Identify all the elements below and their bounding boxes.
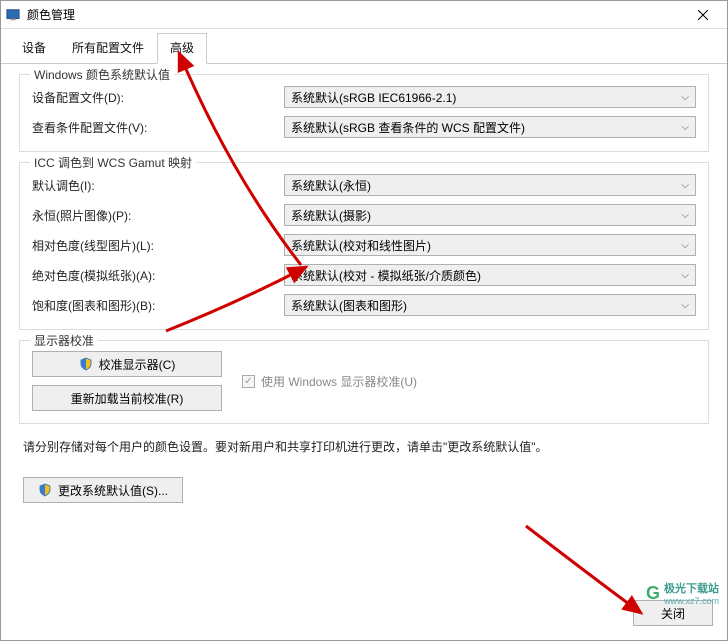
group-title: ICC 调色到 WCS Gamut 映射 — [30, 154, 196, 171]
watermark: G 极光下载站 www.xz7.com — [646, 580, 719, 606]
shield-icon — [79, 357, 93, 371]
tab-profiles[interactable]: 所有配置文件 — [59, 33, 157, 63]
relative-colorimetric-select[interactable]: 系统默认(校对和线性图片) ⌵ — [284, 234, 696, 256]
tab-advanced[interactable]: 高级 — [157, 33, 207, 64]
chevron-down-icon: ⌵ — [681, 270, 689, 281]
device-profile-label: 设备配置文件(D): — [32, 89, 284, 106]
absolute-colorimetric-select[interactable]: 系统默认(校对 - 模拟纸张/介质颜色) ⌵ — [284, 264, 696, 286]
chevron-down-icon: ⌵ — [681, 122, 689, 133]
watermark-url: www.xz7.com — [664, 596, 719, 606]
saturation-label: 饱和度(图表和图形)(B): — [32, 297, 284, 314]
shield-icon — [38, 483, 52, 497]
select-value: 系统默认(校对 - 模拟纸张/介质颜色) — [291, 267, 481, 284]
select-value: 系统默认(校对和线性图片) — [291, 237, 431, 254]
change-system-defaults-button[interactable]: 更改系统默认值(S)... — [23, 477, 183, 503]
select-value: 系统默认(永恒) — [291, 177, 371, 194]
chevron-down-icon: ⌵ — [681, 92, 689, 103]
perceptual-select[interactable]: 系统默认(摄影) ⌵ — [284, 204, 696, 226]
relative-colorimetric-label: 相对色度(线型图片)(L): — [32, 237, 284, 254]
calibrate-button[interactable]: 校准显示器(C) — [32, 351, 222, 377]
note-text: 请分别存储对每个用户的颜色设置。要对新用户和共享打印机进行更改，请单击"更改系统… — [23, 438, 705, 455]
device-profile-select[interactable]: 系统默认(sRGB IEC61966-2.1) ⌵ — [284, 86, 696, 108]
button-label: 更改系统默认值(S)... — [58, 482, 168, 499]
group-monitor-calibration: 显示器校准 校准显示器(C) 重新加载当前校准(R) ✓ 使用 Windo — [19, 340, 709, 424]
button-label: 关闭 — [661, 605, 685, 622]
chevron-down-icon: ⌵ — [681, 210, 689, 221]
watermark-brand: 极光下载站 — [664, 580, 719, 596]
chevron-down-icon: ⌵ — [681, 300, 689, 311]
select-value: 系统默认(图表和图形) — [291, 297, 407, 314]
checkbox-label: 使用 Windows 显示器校准(U) — [261, 373, 417, 390]
group-gamut-mapping: ICC 调色到 WCS Gamut 映射 默认调色(I): 系统默认(永恒) ⌵… — [19, 162, 709, 330]
window-title: 颜色管理 — [27, 6, 683, 23]
group-title: Windows 颜色系统默认值 — [30, 66, 174, 83]
chevron-down-icon: ⌵ — [681, 240, 689, 251]
app-icon — [5, 7, 21, 23]
use-windows-calibration-checkbox: ✓ 使用 Windows 显示器校准(U) — [242, 373, 417, 390]
select-value: 系统默认(摄影) — [291, 207, 371, 224]
titlebar: 颜色管理 — [1, 1, 727, 29]
chevron-down-icon: ⌵ — [681, 180, 689, 191]
watermark-logo-icon: G — [646, 583, 660, 604]
saturation-select[interactable]: 系统默认(图表和图形) ⌵ — [284, 294, 696, 316]
group-title: 显示器校准 — [30, 332, 98, 349]
content-area: Windows 颜色系统默认值 设备配置文件(D): 系统默认(sRGB IEC… — [1, 64, 727, 503]
select-value: 系统默认(sRGB IEC61966-2.1) — [291, 89, 456, 106]
annotation-arrow — [521, 521, 651, 621]
view-condition-label: 查看条件配置文件(V): — [32, 119, 284, 136]
select-value: 系统默认(sRGB 查看条件的 WCS 配置文件) — [291, 119, 525, 136]
tab-devices[interactable]: 设备 — [9, 33, 59, 63]
absolute-colorimetric-label: 绝对色度(模拟纸张)(A): — [32, 267, 284, 284]
group-windows-defaults: Windows 颜色系统默认值 设备配置文件(D): 系统默认(sRGB IEC… — [19, 74, 709, 152]
view-condition-select[interactable]: 系统默认(sRGB 查看条件的 WCS 配置文件) ⌵ — [284, 116, 696, 138]
reload-calibration-button[interactable]: 重新加载当前校准(R) — [32, 385, 222, 411]
window: 颜色管理 设备 所有配置文件 高级 Windows 颜色系统默认值 设备配置文件… — [0, 0, 728, 641]
perceptual-label: 永恒(照片图像)(P): — [32, 207, 284, 224]
default-intent-select[interactable]: 系统默认(永恒) ⌵ — [284, 174, 696, 196]
close-button[interactable] — [683, 2, 723, 28]
button-label: 重新加载当前校准(R) — [71, 390, 184, 407]
checkbox-icon: ✓ — [242, 375, 255, 388]
default-intent-label: 默认调色(I): — [32, 177, 284, 194]
tab-bar: 设备 所有配置文件 高级 — [1, 29, 727, 64]
button-label: 校准显示器(C) — [99, 356, 176, 373]
